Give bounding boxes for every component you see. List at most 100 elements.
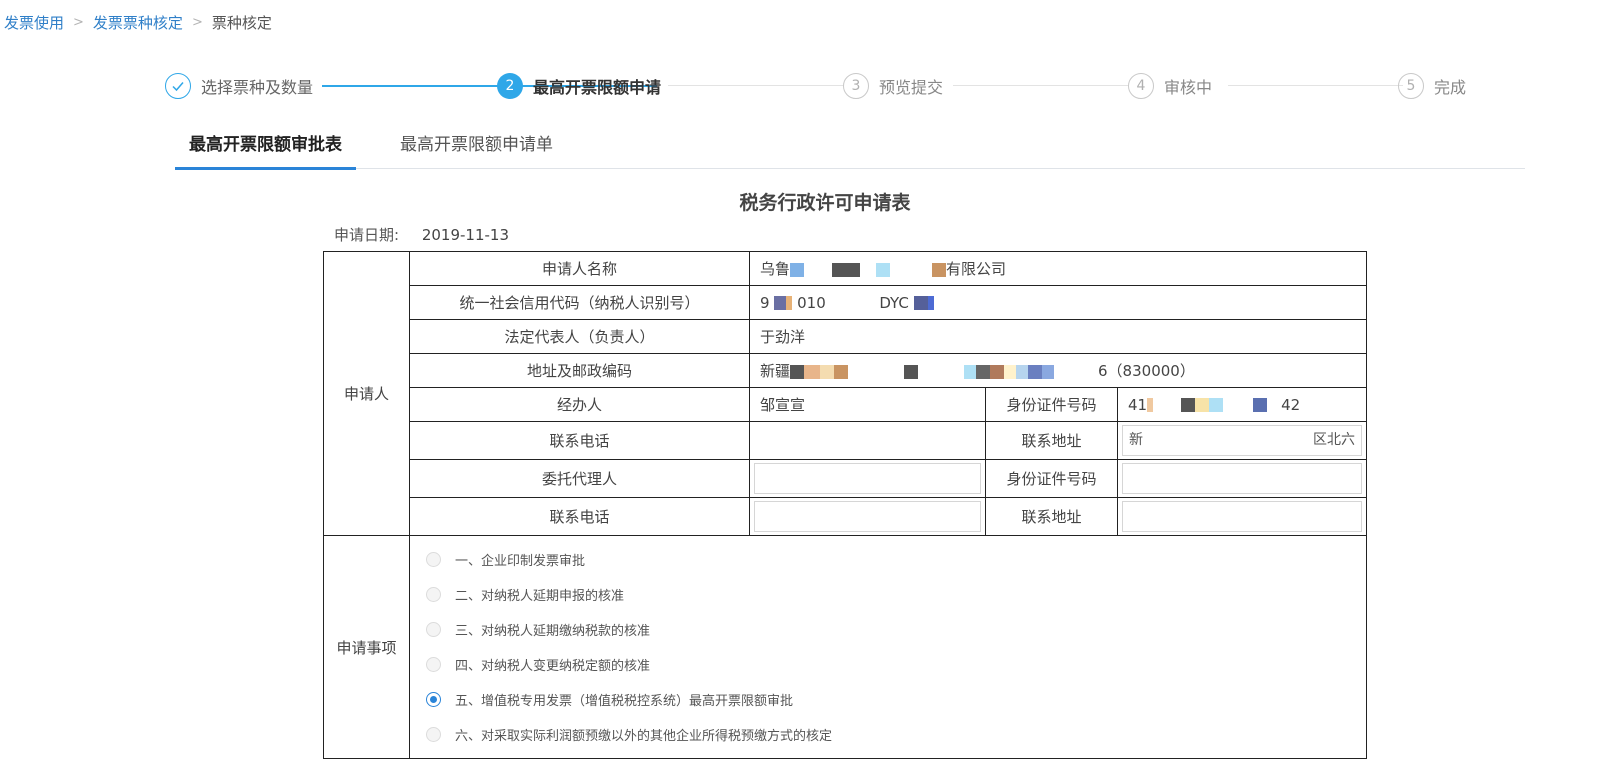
address-value: 新疆 6（830000）: [748, 353, 1368, 388]
contact-address-label: 联系地址: [985, 421, 1118, 460]
applicant-name-suffix: 有限公司: [946, 260, 1007, 278]
credit-code-value: 9 010 DYC: [748, 285, 1368, 320]
step-preview-submit: 3 预览提交: [843, 70, 943, 102]
legal-rep-value: 于劲洋: [748, 319, 1368, 354]
handler-id-label: 身份证件号码: [985, 387, 1118, 422]
matter-option-5[interactable]: 五、增值税专用发票（增值税税控系统）最高开票限额审批: [426, 682, 1366, 717]
agent-cell: [749, 459, 986, 498]
agent-phone-field[interactable]: [754, 501, 981, 532]
matter-label: 五、增值税专用发票（增值税税控系统）最高开票限额审批: [455, 694, 794, 709]
matters-section-label: 申请事项: [323, 535, 410, 759]
matters-cell: 一、企业印制发票审批 二、对纳税人延期申报的核准 三、对纳税人延期缴纳税款的核准…: [408, 535, 1368, 759]
step-connector: [668, 85, 843, 86]
agent-address-field[interactable]: [1122, 501, 1363, 532]
step-label: 最高开票限额申请: [533, 78, 662, 97]
matter-label: 四、对纳税人变更纳税定额的核准: [455, 659, 651, 674]
matter-label: 三、对纳税人延期缴纳税款的核准: [455, 624, 651, 639]
address-prefix: 新疆: [760, 362, 791, 380]
redaction-mask: [832, 262, 861, 277]
step-number: 5: [1398, 73, 1424, 99]
step-connector: [953, 85, 1128, 86]
agent-phone-cell: [749, 497, 986, 536]
step-number: 2: [497, 73, 523, 99]
redaction-mask: [760, 434, 860, 448]
redaction-mask: [932, 262, 947, 277]
applicant-name-label: 申请人名称: [409, 251, 750, 286]
applicant-section-label: 申请人: [323, 251, 410, 536]
handler-id-suffix: 42: [1281, 395, 1301, 414]
matter-label: 六、对采取实际利润额预缴以外的其他企业所得税预缴方式的核定: [455, 729, 833, 744]
redaction-mask: [790, 364, 805, 379]
credit-code-label: 统一社会信用代码（纳税人识别号）: [409, 285, 750, 320]
breadcrumb-separator: >: [73, 15, 84, 30]
radio-button[interactable]: [426, 657, 441, 672]
credit-code-part: DYC: [879, 293, 909, 312]
phone-label: 联系电话: [409, 421, 750, 460]
contact-address-field[interactable]: 新 区北六: [1122, 425, 1363, 456]
matter-label: 一、企业印制发票审批: [455, 554, 586, 569]
address-label: 地址及邮政编码: [409, 353, 750, 388]
agent-address-cell: [1116, 497, 1368, 536]
radio-button-selected[interactable]: [426, 692, 441, 707]
redaction-mask: [1181, 398, 1196, 412]
matter-option-2[interactable]: 二、对纳税人延期申报的核准: [426, 577, 1366, 612]
step-label: 完成: [1434, 78, 1467, 97]
form-title: 税务行政许可申请表: [739, 192, 911, 214]
agent-label: 委托代理人: [409, 459, 750, 498]
handler-value: 邹宣宣: [749, 387, 986, 422]
step-number: 4: [1128, 73, 1154, 99]
agent-phone-label: 联系电话: [409, 497, 750, 536]
matter-label: 二、对纳税人延期申报的核准: [455, 589, 625, 604]
apply-date: 申请日期: 2019-11-13: [334, 224, 509, 245]
tab-limit-application-form[interactable]: 最高开票限额申请单: [386, 130, 567, 167]
step-label: 选择票种及数量: [201, 78, 314, 97]
contact-address-prefix: 新: [1129, 432, 1143, 448]
check-icon: [165, 73, 191, 99]
breadcrumb-invoice-use[interactable]: 发票使用: [4, 12, 64, 33]
radio-button[interactable]: [426, 552, 441, 567]
breadcrumb-separator: >: [191, 15, 203, 30]
step-label: 审核中: [1164, 78, 1213, 97]
matter-option-4[interactable]: 四、对纳税人变更纳税定额的核准: [426, 647, 1366, 682]
step-complete: 5 完成: [1398, 70, 1466, 102]
breadcrumb: 发票使用 > 发票票种核定 > 票种核定: [4, 12, 272, 33]
redaction-mask: [904, 364, 919, 379]
matters-options: 一、企业印制发票审批 二、对纳税人延期申报的核准 三、对纳税人延期缴纳税款的核准…: [410, 536, 1366, 758]
redaction-mask: [774, 296, 787, 310]
progress-steps: 选择票种及数量 2 最高开票限额申请 3 预览提交 4 审核中 5 完成: [165, 70, 1525, 102]
credit-code-part: 9: [760, 293, 770, 312]
matter-option-3[interactable]: 三、对纳税人延期缴纳税款的核准: [426, 612, 1366, 647]
apply-date-label: 申请日期:: [334, 226, 400, 244]
redaction-mask: [876, 262, 891, 277]
credit-code-part: 010: [797, 293, 826, 312]
handler-label: 经办人: [409, 387, 750, 422]
agent-name-field[interactable]: [754, 463, 981, 494]
contact-address-suffix: 区北六: [1313, 432, 1356, 448]
agent-id-label: 身份证件号码: [985, 459, 1118, 498]
legal-rep-label: 法定代表人（负责人）: [409, 319, 750, 354]
redaction-mask: [913, 296, 928, 310]
applicant-name-prefix: 乌鲁: [760, 260, 791, 278]
applicant-name-value: 乌鲁 有限公司: [748, 251, 1368, 286]
step-number: 3: [843, 73, 869, 99]
redaction-mask: [790, 262, 805, 277]
radio-button[interactable]: [426, 587, 441, 602]
tab-limit-approval-form[interactable]: 最高开票限额审批表: [175, 130, 356, 170]
agent-id-field[interactable]: [1122, 463, 1363, 494]
matter-option-6[interactable]: 六、对采取实际利润额预缴以外的其他企业所得税预缴方式的核定: [426, 717, 1366, 752]
matter-option-1[interactable]: 一、企业印制发票审批: [426, 542, 1366, 577]
form-tabs: 最高开票限额审批表 最高开票限额申请单: [175, 120, 1525, 170]
application-form-table: 申请人 申请人名称 乌鲁 有限公司 统一社会信用代码（纳税人识别号） 9 010 …: [323, 251, 1368, 759]
breadcrumb-current: 票种核定: [211, 14, 272, 32]
handler-id-value: 41 42: [1116, 387, 1368, 422]
agent-id-cell: [1116, 459, 1368, 498]
agent-address-label: 联系地址: [985, 497, 1118, 536]
step-connector: [1228, 85, 1403, 86]
breadcrumb-invoice-type-approval[interactable]: 发票票种核定: [93, 12, 183, 33]
apply-date-value: 2019-11-13: [421, 226, 510, 244]
radio-button[interactable]: [426, 622, 441, 637]
step-select-invoice-type: 选择票种及数量: [165, 70, 313, 102]
phone-value: [749, 421, 986, 460]
address-suffix: 6（830000）: [1098, 362, 1195, 380]
radio-button[interactable]: [426, 727, 441, 742]
